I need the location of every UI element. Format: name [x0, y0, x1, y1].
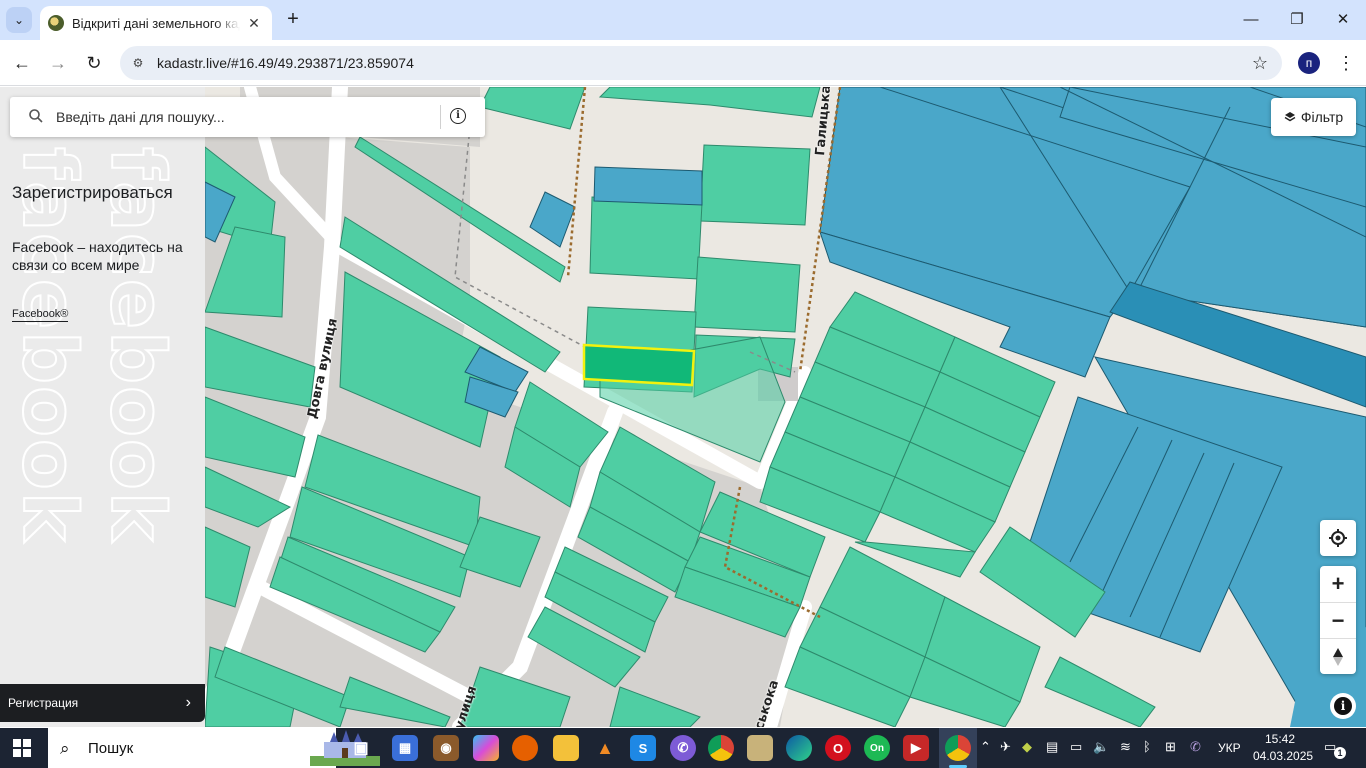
compass-button[interactable] [1320, 638, 1356, 674]
locate-me-button[interactable] [1320, 520, 1356, 556]
opera-icon[interactable]: O [825, 735, 851, 761]
bluetooth-icon[interactable]: ᛒ [1143, 739, 1151, 754]
divider [440, 105, 441, 129]
page-content: Довга вулиця Галицька улиця ськока faceb… [0, 87, 1366, 727]
tab-close-icon[interactable]: ✕ [244, 15, 264, 32]
store-icon[interactable]: ▦ [392, 735, 418, 761]
browser-tab-bar: ⌄ Відкриті дані земельного кадастру ✕ + … [0, 0, 1366, 40]
app-triangle-icon[interactable]: ▲ [592, 735, 618, 761]
chevron-right-icon: › [185, 694, 191, 711]
parcel [589, 196, 703, 280]
battery-icon[interactable]: ▭ [1070, 739, 1082, 755]
address-bar[interactable]: ⚙ kadastr.live/#16.49/49.293871/23.85907… [120, 46, 1282, 80]
tray-app-icon[interactable]: ◆ [1022, 739, 1032, 755]
layers-icon [1284, 112, 1296, 122]
search-icon: ⌕ [60, 739, 70, 758]
task-view-icon[interactable]: ▣ [348, 735, 374, 761]
browser-tab-active[interactable]: Відкриті дані земельного кадастру ✕ [40, 6, 272, 40]
filter-label: Фільтр [1300, 109, 1344, 125]
ad-watermark-logo: facebook [5, 146, 93, 544]
parcel [693, 256, 801, 333]
tab-search-chevron-icon[interactable]: ⌄ [6, 7, 32, 33]
ad-title[interactable]: Зарегистрироваться [12, 183, 173, 203]
firefox-icon[interactable] [512, 735, 538, 761]
volume-icon[interactable]: 🔈 [1093, 739, 1109, 755]
zoom-in-button[interactable]: + [1320, 566, 1356, 602]
tray-overflow-icon[interactable]: ⌃ [980, 739, 991, 755]
tab-title: Відкриті дані земельного кадастру [72, 15, 240, 31]
ad-panel[interactable]: facebook facebook Зарегистрироваться Fac… [0, 87, 205, 727]
file-explorer-icon[interactable] [553, 735, 579, 761]
viber-icon[interactable]: ✆ [670, 735, 696, 761]
windows-start-icon[interactable] [13, 739, 31, 757]
attribution-button[interactable]: i [1330, 693, 1356, 719]
app-icon[interactable] [747, 735, 773, 761]
site-info-icon[interactable]: ⚙ [130, 55, 146, 71]
clock[interactable]: 15:42 04.03.2025 [1253, 731, 1314, 765]
ad-register-button[interactable]: Регистрация › [0, 684, 205, 722]
map-search-box: i [10, 97, 485, 137]
minimize-window-icon[interactable]: ― [1238, 8, 1264, 32]
restore-window-icon[interactable]: ❐ [1284, 8, 1310, 32]
crosshair-icon [1329, 529, 1347, 547]
windows-security-icon[interactable]: ⊞ [1165, 739, 1176, 755]
ad-register-label: Регистрация [8, 696, 79, 710]
compass-icon [1333, 647, 1343, 666]
forward-arrow-icon[interactable]: → [46, 51, 70, 75]
browser-toolbar: ← → ↻ ⚙ kadastr.live/#16.49/49.293871/23… [0, 40, 1366, 86]
info-icon[interactable]: i [450, 108, 466, 124]
language-indicator[interactable]: УКР [1218, 741, 1241, 755]
chrome-profile-icon[interactable] [945, 735, 971, 761]
chrome-icon[interactable] [708, 735, 734, 761]
parcel [699, 144, 811, 226]
new-tab-button[interactable]: + [282, 9, 304, 31]
copilot-icon[interactable] [473, 735, 499, 761]
clock-time: 15:42 [1264, 732, 1296, 746]
profile-avatar[interactable]: п [1298, 52, 1320, 74]
skype-icon[interactable]: S [630, 735, 656, 761]
browser-menu-icon[interactable]: ⋮ [1336, 51, 1356, 75]
bookmark-star-icon[interactable]: ☆ [1252, 53, 1268, 74]
url-text[interactable]: kadastr.live/#16.49/49.293871/23.859074 [157, 55, 414, 71]
clock-date: 04.03.2025 [1253, 749, 1314, 763]
edge-icon[interactable] [786, 735, 812, 761]
site-favicon-icon [48, 15, 64, 31]
app-on-icon[interactable]: On [864, 735, 890, 761]
windows-taskbar: ⌕ Пошук ▣ ▦ ◉ ▲ S ✆ O On ▶ ⌃ ✈ ◆ ▤ ▭ 🔈 ≋… [0, 728, 1366, 768]
search-icon [29, 109, 43, 123]
telegram-icon[interactable]: ✈ [1000, 739, 1011, 755]
ad-brand-link[interactable]: Facebook® [12, 308, 69, 322]
notification-badge: 1 [1334, 747, 1346, 759]
app-video-icon[interactable]: ▶ [903, 735, 929, 761]
viber-tray-icon[interactable]: ✆ [1190, 739, 1201, 755]
eye-app-icon[interactable]: ◉ [433, 735, 459, 761]
taskbar-search[interactable]: ⌕ Пошук [48, 728, 380, 768]
zoom-out-button[interactable]: − [1320, 602, 1356, 638]
back-arrow-icon[interactable]: ← [10, 51, 34, 75]
close-window-icon[interactable]: ✕ [1330, 8, 1356, 32]
ad-description: Facebook – находитесь на связи со всем м… [12, 239, 183, 273]
reload-icon[interactable]: ↻ [82, 51, 106, 75]
selected-parcel [582, 343, 696, 387]
wifi-icon[interactable]: ≋ [1120, 739, 1131, 755]
search-input[interactable] [56, 101, 436, 133]
info-icon: i [1334, 697, 1352, 715]
ad-watermark-logo: facebook [93, 146, 181, 544]
zoom-controls: + − [1320, 566, 1356, 674]
tray-screen-icon[interactable]: ▤ [1046, 739, 1058, 755]
filter-button[interactable]: Фільтр [1271, 98, 1356, 136]
parcel-blue [593, 166, 703, 206]
taskbar-search-label: Пошук [88, 740, 134, 757]
